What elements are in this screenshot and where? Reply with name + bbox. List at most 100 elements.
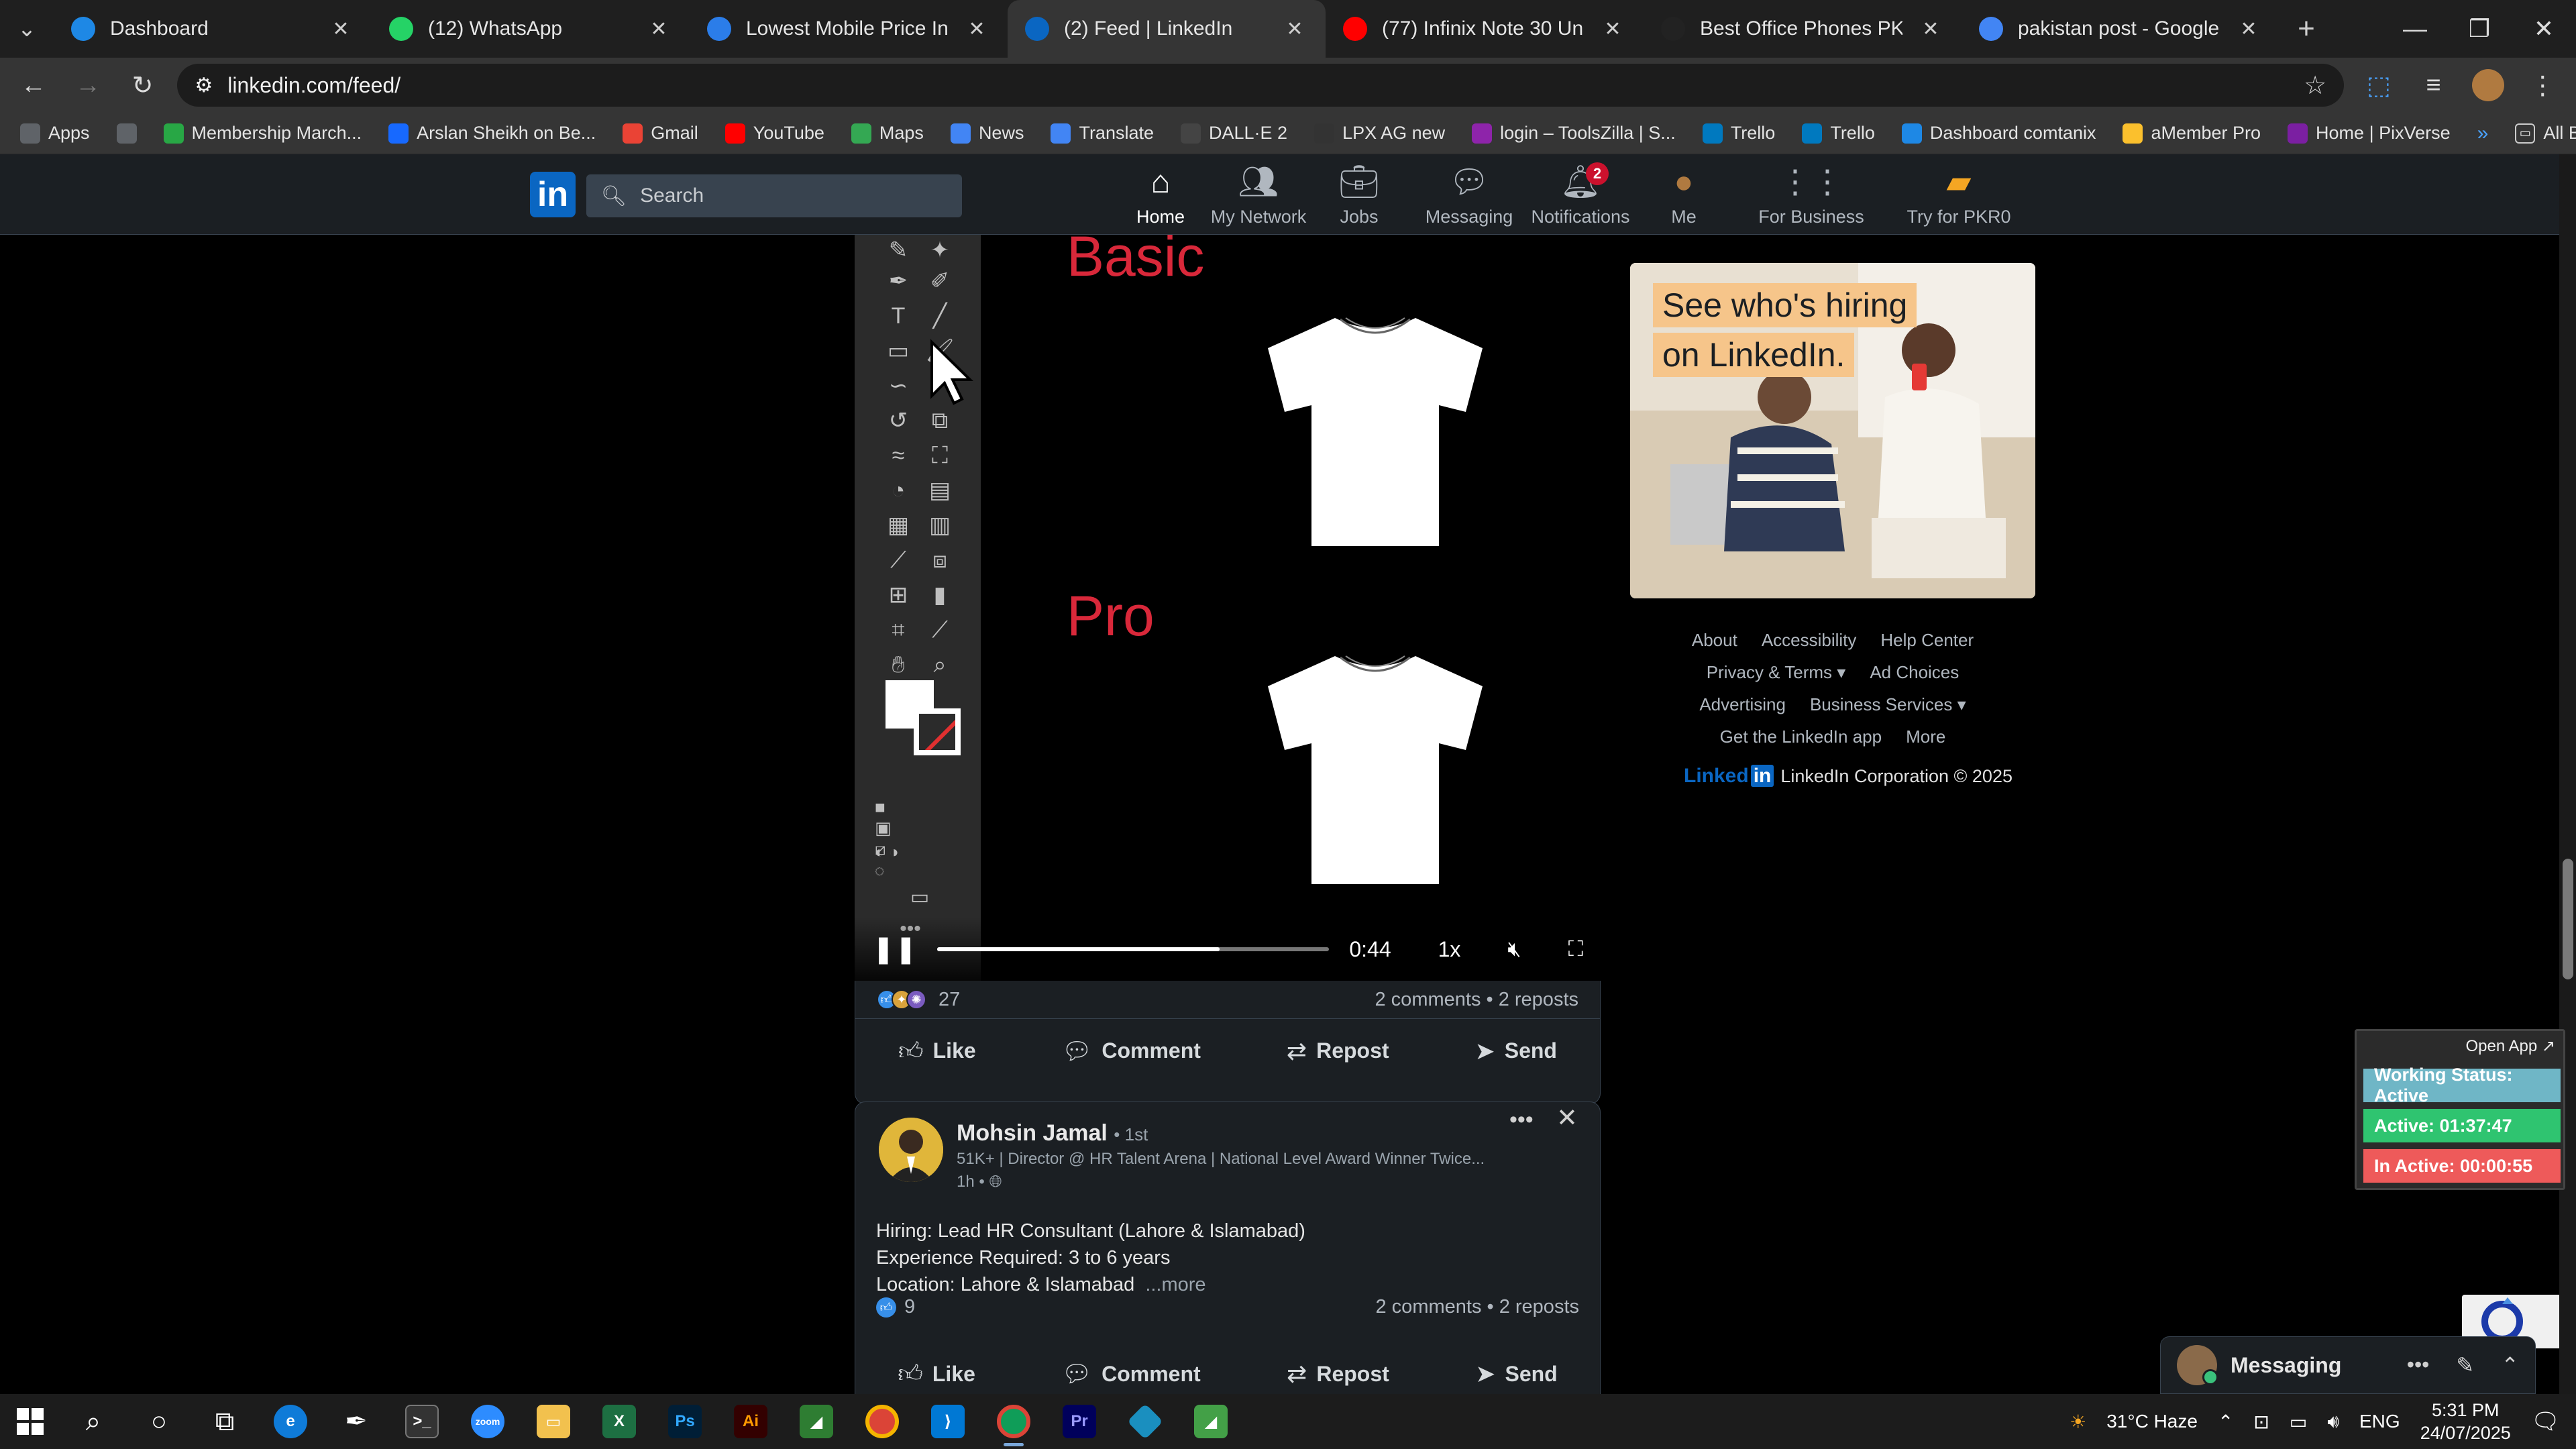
footer-privacy-terms[interactable]: Privacy & Terms ▾ bbox=[1707, 662, 1846, 682]
dismiss-post-icon[interactable]: ✕ bbox=[1556, 1103, 1578, 1133]
close-tab-icon[interactable]: ✕ bbox=[963, 17, 990, 41]
bookmark-item[interactable] bbox=[116, 123, 137, 144]
address-bar[interactable]: ⚙ linkedin.com/feed/ ☆ bbox=[177, 64, 2345, 107]
bookmark-item[interactable]: Apps bbox=[20, 123, 90, 144]
pen-app-icon[interactable]: ✒ bbox=[323, 1394, 389, 1449]
post-2-reactions[interactable]: 👍︎ 9 bbox=[876, 1296, 915, 1318]
cortana-icon[interactable]: ○ bbox=[126, 1394, 192, 1449]
author-avatar[interactable] bbox=[879, 1118, 943, 1182]
nav-try-for-pkr0[interactable]: ▰ Try for PKR0 bbox=[1898, 165, 2019, 227]
linkedin-logo-icon[interactable]: in bbox=[530, 172, 576, 217]
close-tab-icon[interactable]: ✕ bbox=[327, 17, 354, 41]
new-tab-button[interactable]: + bbox=[2279, 0, 2333, 58]
start-button[interactable] bbox=[0, 1394, 60, 1449]
bookmark-item[interactable]: DALL·E 2 bbox=[1181, 123, 1287, 144]
footer-help-center[interactable]: Help Center bbox=[1880, 630, 1974, 650]
fullscreen-icon[interactable]: ⛶ bbox=[1568, 936, 1583, 962]
weather-text[interactable]: 31°C Haze bbox=[2106, 1411, 2198, 1432]
mute-icon[interactable]: 🔇︎ bbox=[1507, 936, 1521, 962]
system-clock[interactable]: 5:31 PM 24/07/2025 bbox=[2420, 1399, 2511, 1444]
footer-accessibility[interactable]: Accessibility bbox=[1762, 630, 1857, 650]
extensions-icon[interactable]: ⬚ bbox=[2359, 65, 2398, 105]
comment-button[interactable]: 💬︎ Comment bbox=[1061, 1360, 1200, 1388]
repost-button[interactable]: ⇄ Repost bbox=[1287, 1360, 1389, 1388]
browser-tab[interactable]: pakistan post - Google Search ✕ bbox=[1962, 0, 2279, 58]
scrollbar-thumb[interactable] bbox=[2563, 859, 2573, 979]
bookmark-item[interactable]: Arslan Sheikh on Be... bbox=[388, 123, 596, 144]
reactions-summary[interactable]: 👍︎ ✦ ✺ 27 bbox=[877, 989, 960, 1011]
close-tab-icon[interactable]: ✕ bbox=[1917, 17, 1944, 41]
tray-chevron-icon[interactable]: ⌃ bbox=[2218, 1411, 2233, 1433]
site-info-icon[interactable]: ⚙ bbox=[195, 74, 213, 97]
send-button[interactable]: ➤ Send bbox=[1475, 1037, 1557, 1065]
wifi-icon[interactable]: ▭ bbox=[2290, 1411, 2307, 1433]
all-bookmarks[interactable]: ▭All Bookmarks bbox=[2515, 123, 2576, 144]
chevron-up-icon[interactable]: ⌃ bbox=[2501, 1352, 2519, 1378]
bookmark-item[interactable]: LPX AG new bbox=[1314, 123, 1445, 144]
taskbar-search-icon[interactable]: ⌕ bbox=[60, 1394, 126, 1449]
vscode-icon[interactable]: ⟩ bbox=[915, 1394, 981, 1449]
bookmark-item[interactable]: Trello bbox=[1802, 123, 1875, 144]
repost-button[interactable]: ⇄ Repost bbox=[1287, 1037, 1389, 1065]
search-input[interactable]: 🔍︎ Search bbox=[586, 174, 962, 217]
volume-icon[interactable]: 🔊︎ bbox=[2327, 1411, 2339, 1433]
browser-tab[interactable]: Lowest Mobile Price In Pakistan ✕ bbox=[690, 0, 1008, 58]
compose-message-icon[interactable]: ✎ bbox=[2456, 1352, 2474, 1378]
browser-tab[interactable]: Dashboard ✕ bbox=[54, 0, 372, 58]
bookmark-item[interactable]: login – ToolsZilla | S... bbox=[1472, 123, 1676, 144]
bookmark-star-icon[interactable]: ☆ bbox=[2304, 70, 2326, 101]
pause-icon[interactable]: ❚❚ bbox=[872, 934, 917, 965]
page-scrollbar[interactable] bbox=[2559, 154, 2576, 1394]
browser-tab[interactable]: Best Office Phones PKR 30-35K ✕ bbox=[1644, 0, 1962, 58]
zoom-icon[interactable]: zoom bbox=[455, 1394, 521, 1449]
excel-icon[interactable]: X bbox=[586, 1394, 652, 1449]
hiring-ad[interactable]: See who's hiring on LinkedIn. bbox=[1630, 263, 2035, 598]
profile-avatar[interactable] bbox=[2468, 65, 2508, 105]
bluestacks-2-icon[interactable]: ◢ bbox=[1178, 1394, 1244, 1449]
footer-get-app[interactable]: Get the LinkedIn app bbox=[1720, 727, 1882, 747]
like-button[interactable]: 👍︎ Like bbox=[898, 1036, 976, 1066]
footer-more[interactable]: More bbox=[1906, 727, 1945, 747]
bookmark-item[interactable]: Membership March... bbox=[163, 123, 362, 144]
bookmark-item[interactable]: YouTube bbox=[724, 123, 824, 144]
bluestacks-icon[interactable]: ◢ bbox=[784, 1394, 849, 1449]
illustrator-icon[interactable]: Ai bbox=[718, 1394, 784, 1449]
open-app-link[interactable]: Open App ↗ bbox=[2465, 1036, 2555, 1056]
terminal-icon[interactable]: >_ bbox=[389, 1394, 455, 1449]
app-diamond-icon[interactable] bbox=[1112, 1394, 1178, 1449]
messaging-bar[interactable]: Messaging ••• ✎ ⌃ bbox=[2160, 1336, 2536, 1394]
task-view-icon[interactable]: ⧉ bbox=[192, 1394, 258, 1449]
language-indicator[interactable]: ENG bbox=[2359, 1411, 2400, 1432]
restore-button[interactable]: ❐ bbox=[2447, 0, 2512, 58]
nav-jobs[interactable]: 💼︎ Jobs bbox=[1299, 165, 1419, 227]
nav-messaging[interactable]: 💬︎ Messaging bbox=[1409, 165, 1529, 227]
close-window-button[interactable]: ✕ bbox=[2512, 0, 2576, 58]
browser-menu-icon[interactable]: ⋮ bbox=[2523, 65, 2563, 105]
premiere-icon[interactable]: Pr bbox=[1046, 1394, 1112, 1449]
more-bookmarks-icon[interactable]: » bbox=[2477, 122, 2489, 145]
video-progress-bar[interactable] bbox=[937, 947, 1330, 951]
footer-business-services[interactable]: Business Services ▾ bbox=[1810, 694, 1966, 714]
close-tab-icon[interactable]: ✕ bbox=[1281, 17, 1308, 41]
close-tab-icon[interactable]: ✕ bbox=[645, 17, 672, 41]
bookmark-item[interactable]: aMember Pro bbox=[2123, 123, 2261, 144]
bookmark-item[interactable]: Dashboard comtanix bbox=[1901, 123, 2096, 144]
nav-for-business[interactable]: ⋮⋮ For Business bbox=[1751, 165, 1872, 227]
bookmark-item[interactable]: Trello bbox=[1702, 123, 1775, 144]
browser-tab[interactable]: (77) Infinix Note 30 Unboxing ✕ bbox=[1326, 0, 1644, 58]
browser-tab[interactable]: (12) WhatsApp ✕ bbox=[372, 0, 690, 58]
like-button[interactable]: 👍︎ Like bbox=[898, 1359, 975, 1389]
network-tray-icon[interactable]: ⊡ bbox=[2253, 1411, 2269, 1433]
close-tab-icon[interactable]: ✕ bbox=[2235, 17, 2262, 41]
reload-button[interactable]: ↻ bbox=[123, 65, 162, 105]
playback-speed-button[interactable]: 1x bbox=[1438, 937, 1461, 962]
feed-video-player[interactable]: ✎ ✦ ✒ ✐ T ╱ ▭ 🖌︎ ∽ ↺ ⧉ ≈ ⛶ ◔ ▤ ▦ ▥ ⟋ ⧈ ⊞… bbox=[855, 225, 1601, 981]
edge-icon[interactable]: e bbox=[258, 1394, 323, 1449]
comment-button[interactable]: 💬︎ Comment bbox=[1062, 1037, 1201, 1065]
bookmark-item[interactable]: Translate bbox=[1051, 123, 1154, 144]
url-text[interactable]: linkedin.com/feed/ bbox=[227, 73, 2289, 98]
close-tab-icon[interactable]: ✕ bbox=[1599, 17, 1626, 41]
chrome-icon[interactable] bbox=[849, 1394, 915, 1449]
author-name[interactable]: Mohsin Jamal • 1st bbox=[957, 1120, 1148, 1146]
post-options-icon[interactable]: ••• bbox=[1509, 1107, 1534, 1133]
